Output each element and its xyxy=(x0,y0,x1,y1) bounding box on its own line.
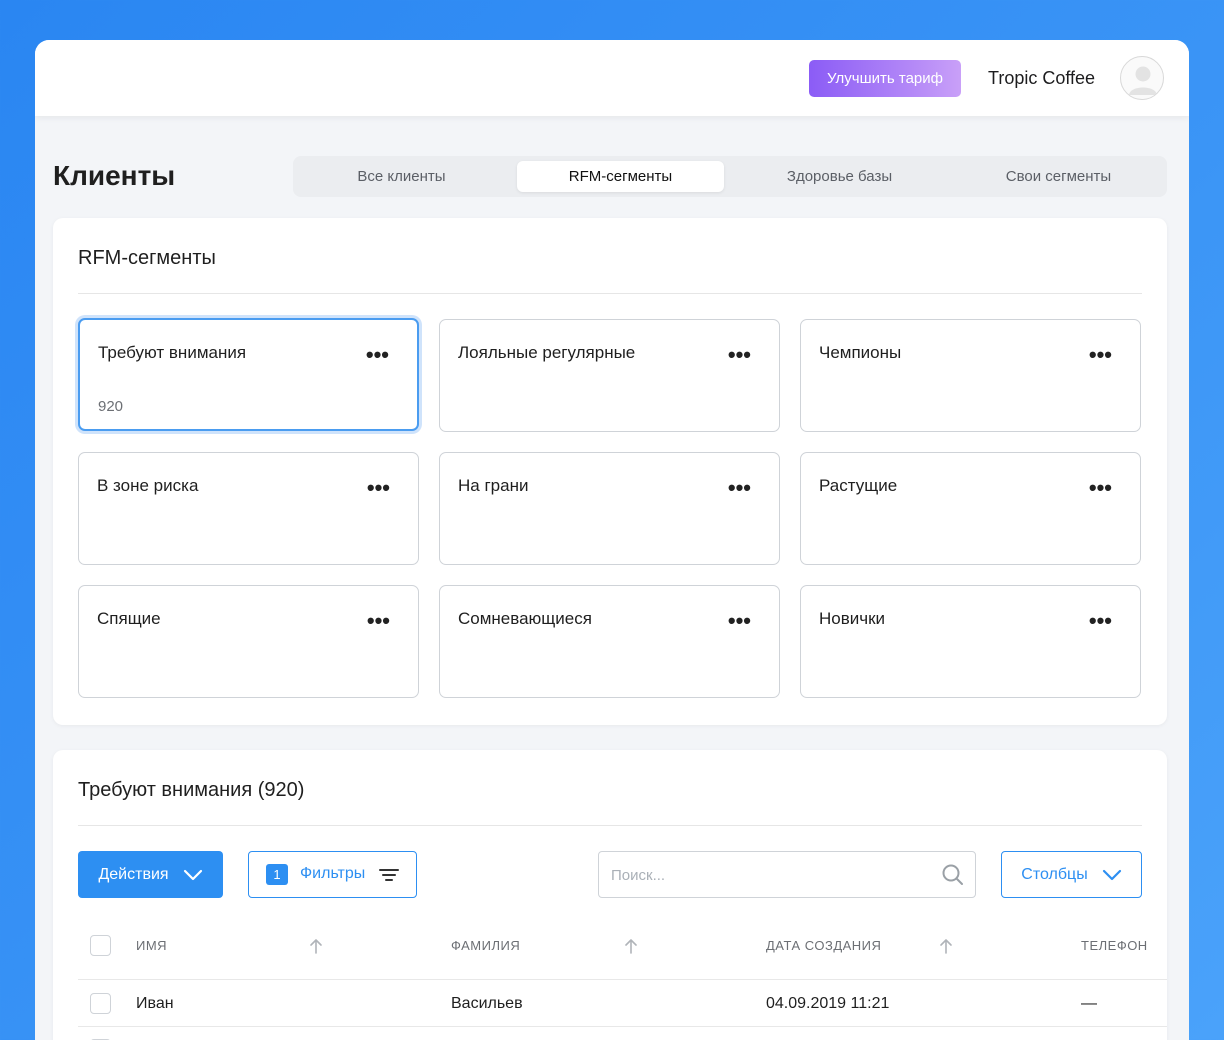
segment-card-on-edge[interactable]: На грани ••• xyxy=(439,452,780,565)
clients-list-panel: Требуют внимания (920) Действия 1 Фильтр… xyxy=(53,750,1167,1040)
segment-name: Требуют внимания xyxy=(98,343,247,362)
top-bar: Улучшить тариф Tropic Coffee xyxy=(35,40,1189,116)
company-name[interactable]: Tropic Coffee xyxy=(988,68,1095,89)
cell-last-name[interactable]: Васильев xyxy=(451,995,523,1013)
segment-name: Чемпионы xyxy=(819,343,902,362)
cell-first-name[interactable]: Иван xyxy=(136,995,174,1013)
sort-arrow-up-icon[interactable] xyxy=(309,938,323,954)
segment-card-sleeping[interactable]: Спящие ••• xyxy=(78,585,419,698)
segment-name: Растущие xyxy=(819,476,898,495)
columns-button[interactable]: Столбцы xyxy=(1001,851,1142,898)
column-header-phone[interactable]: ТЕЛЕФОН xyxy=(1081,938,1148,953)
avatar[interactable] xyxy=(1120,56,1164,100)
select-all-checkbox[interactable] xyxy=(90,935,111,956)
divider xyxy=(78,825,1142,826)
segment-name: На грани xyxy=(458,476,529,495)
segment-name: Сомневающиеся xyxy=(458,609,592,628)
chevron-down-icon xyxy=(1102,869,1121,880)
more-icon[interactable]: ••• xyxy=(1089,477,1112,499)
more-icon[interactable]: ••• xyxy=(1089,344,1112,366)
search-input[interactable] xyxy=(611,864,911,886)
segment-card-doubting[interactable]: Сомневающиеся ••• xyxy=(439,585,780,698)
tab-all-clients[interactable]: Все клиенты xyxy=(298,161,505,192)
sort-arrow-up-icon[interactable] xyxy=(939,938,953,954)
actions-label: Действия xyxy=(98,865,169,883)
segment-name: В зоне риска xyxy=(97,476,199,495)
columns-label: Столбцы xyxy=(1021,865,1088,883)
app-window: Улучшить тариф Tropic Coffee Клиенты Все… xyxy=(35,40,1189,1040)
row-checkbox[interactable] xyxy=(90,993,111,1014)
user-icon xyxy=(1129,66,1157,95)
page-title: Клиенты xyxy=(53,160,176,191)
segment-name: Лояльные регулярные xyxy=(458,343,636,362)
tab-custom-segments[interactable]: Свои сегменты xyxy=(955,161,1162,192)
clients-panel-title: Требуют внимания (920) xyxy=(78,779,305,801)
upgrade-plan-button[interactable]: Улучшить тариф xyxy=(809,60,961,97)
segment-name: Новички xyxy=(819,609,886,628)
more-icon[interactable]: ••• xyxy=(728,610,751,632)
actions-button[interactable]: Действия xyxy=(78,851,223,898)
cell-phone: — xyxy=(1081,995,1097,1012)
more-icon[interactable]: ••• xyxy=(366,344,389,366)
search-icon[interactable] xyxy=(941,863,965,887)
divider xyxy=(78,293,1142,294)
segment-count: 920 xyxy=(98,398,124,415)
filters-count-badge: 1 xyxy=(266,864,288,885)
chevron-down-icon xyxy=(183,869,202,880)
search-box xyxy=(598,851,976,898)
filters-button[interactable]: 1 Фильтры xyxy=(248,851,417,898)
tab-rfm-segments[interactable]: RFM-сегменты xyxy=(517,161,724,192)
tab-base-health[interactable]: Здоровье базы xyxy=(736,161,943,192)
more-icon[interactable]: ••• xyxy=(728,477,751,499)
rfm-segments-panel: RFM-сегменты Требуют внимания 920 ••• Ло… xyxy=(53,218,1167,725)
segment-card-at-risk[interactable]: В зоне риска ••• xyxy=(78,452,419,565)
more-icon[interactable]: ••• xyxy=(728,344,751,366)
more-icon[interactable]: ••• xyxy=(367,477,390,499)
segment-tabs: Все клиенты RFM-сегменты Здоровье базы С… xyxy=(293,156,1167,197)
filter-icon xyxy=(379,869,399,881)
segment-card-needs-attention[interactable]: Требуют внимания 920 ••• xyxy=(78,318,419,431)
cell-created-date: 04.09.2019 11:21 xyxy=(766,995,890,1012)
filters-label: Фильтры xyxy=(300,865,366,882)
column-header-last-name[interactable]: ФАМИЛИЯ xyxy=(451,938,520,953)
more-icon[interactable]: ••• xyxy=(1089,610,1112,632)
segment-card-champions[interactable]: Чемпионы ••• xyxy=(800,319,1141,432)
row-divider xyxy=(78,979,1167,980)
column-header-created-date[interactable]: ДАТА СОЗДАНИЯ xyxy=(766,938,881,953)
segment-name: Спящие xyxy=(97,609,161,628)
more-icon[interactable]: ••• xyxy=(367,610,390,632)
sort-arrow-up-icon[interactable] xyxy=(624,938,638,954)
row-divider xyxy=(78,1026,1167,1027)
segment-card-loyal-regular[interactable]: Лояльные регулярные ••• xyxy=(439,319,780,432)
segment-card-growing[interactable]: Растущие ••• xyxy=(800,452,1141,565)
column-header-first-name[interactable]: ИМЯ xyxy=(136,938,167,953)
segment-card-newcomers[interactable]: Новички ••• xyxy=(800,585,1141,698)
rfm-panel-title: RFM-сегменты xyxy=(78,247,216,269)
